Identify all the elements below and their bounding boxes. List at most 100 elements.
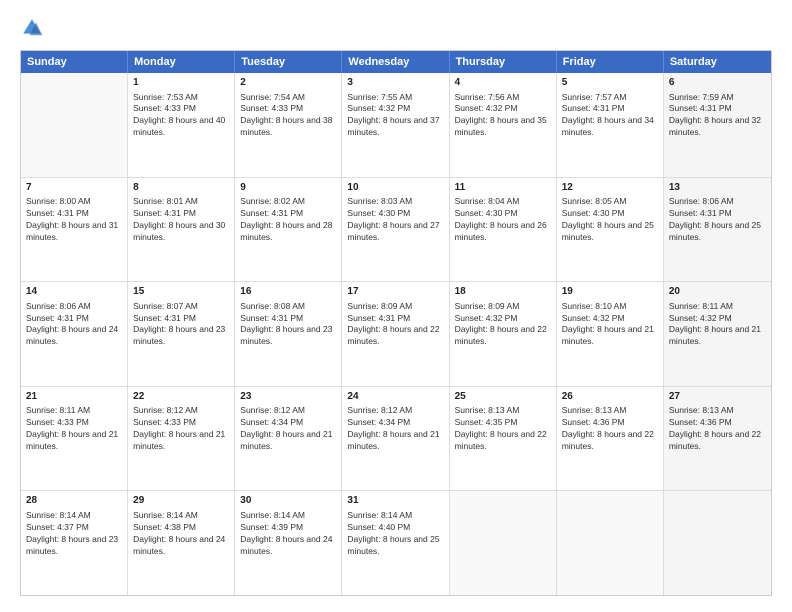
cal-cell-r2c1: 15Sunrise: 8:07 AM Sunset: 4:31 PM Dayli…: [128, 282, 235, 386]
header-tuesday: Tuesday: [235, 51, 342, 73]
day-number: 26: [562, 390, 658, 404]
day-number: 9: [240, 181, 336, 195]
cal-cell-r1c3: 10Sunrise: 8:03 AM Sunset: 4:30 PM Dayli…: [342, 178, 449, 282]
cal-cell-r3c5: 26Sunrise: 8:13 AM Sunset: 4:36 PM Dayli…: [557, 387, 664, 491]
cal-cell-r4c1: 29Sunrise: 8:14 AM Sunset: 4:38 PM Dayli…: [128, 491, 235, 595]
calendar-row-3: 21Sunrise: 8:11 AM Sunset: 4:33 PM Dayli…: [21, 387, 771, 492]
cell-text: Sunrise: 8:04 AM Sunset: 4:30 PM Dayligh…: [455, 196, 551, 244]
day-number: 5: [562, 76, 658, 90]
cal-cell-r4c3: 31Sunrise: 8:14 AM Sunset: 4:40 PM Dayli…: [342, 491, 449, 595]
cell-text: Sunrise: 8:11 AM Sunset: 4:33 PM Dayligh…: [26, 405, 122, 453]
day-number: 2: [240, 76, 336, 90]
cell-text: Sunrise: 8:14 AM Sunset: 4:37 PM Dayligh…: [26, 510, 122, 558]
cal-cell-r2c4: 18 Sunrise: 8:09 AM Sunset: 4:32 PM Dayli…: [450, 282, 557, 386]
cal-cell-r4c5: [557, 491, 664, 595]
calendar-row-4: 28 Sunrise: 8:14 AM Sunset: 4:37 PM Dayli…: [21, 491, 771, 595]
cell-text: Sunrise: 8:12 AM Sunset: 4:34 PM Dayligh…: [347, 405, 443, 453]
cal-cell-r3c6: 27Sunrise: 8:13 AM Sunset: 4:36 PM Dayli…: [664, 387, 771, 491]
cal-cell-r0c2: 2 Sunrise: 7:54 AM Sunset: 4:33 PM Daylig…: [235, 73, 342, 177]
logo-icon: [20, 16, 44, 40]
page: SundayMondayTuesdayWednesdayThursdayFrid…: [0, 0, 792, 612]
day-number: 25: [455, 390, 551, 404]
cell-text: Sunrise: 8:13 AM Sunset: 4:35 PM Dayligh…: [455, 405, 551, 453]
day-number: 22: [133, 390, 229, 404]
cell-text: Sunrise: 8:13 AM Sunset: 4:36 PM Dayligh…: [562, 405, 658, 453]
cell-text: Sunrise: 8:05 AM Sunset: 4:30 PM Dayligh…: [562, 196, 658, 244]
cal-cell-r0c5: 5 Sunrise: 7:57 AM Sunset: 4:31 PM Daylig…: [557, 73, 664, 177]
header-monday: Monday: [128, 51, 235, 73]
cal-cell-r1c1: 8Sunrise: 8:01 AM Sunset: 4:31 PM Daylig…: [128, 178, 235, 282]
day-number: 23: [240, 390, 336, 404]
header-friday: Friday: [557, 51, 664, 73]
calendar-row-1: 7Sunrise: 8:00 AM Sunset: 4:31 PM Daylig…: [21, 178, 771, 283]
cal-cell-r4c4: [450, 491, 557, 595]
cal-cell-r2c5: 19 Sunrise: 8:10 AM Sunset: 4:32 PM Dayli…: [557, 282, 664, 386]
cell-text: Sunrise: 8:12 AM Sunset: 4:34 PM Dayligh…: [240, 405, 336, 453]
day-number: 1: [133, 76, 229, 90]
day-number: 24: [347, 390, 443, 404]
day-number: 12: [562, 181, 658, 195]
cell-text: Sunrise: 8:11 AM Sunset: 4:32 PM Dayligh…: [669, 301, 766, 349]
cell-text: Sunrise: 8:06 AM Sunset: 4:31 PM Dayligh…: [669, 196, 766, 244]
calendar-header: SundayMondayTuesdayWednesdayThursdayFrid…: [21, 51, 771, 73]
cell-text: Sunrise: 8:07 AM Sunset: 4:31 PM Dayligh…: [133, 301, 229, 349]
cal-cell-r3c4: 25Sunrise: 8:13 AM Sunset: 4:35 PM Dayli…: [450, 387, 557, 491]
cell-text: Sunrise: 8:09 AM Sunset: 4:32 PM Dayligh…: [455, 301, 551, 349]
header-sunday: Sunday: [21, 51, 128, 73]
day-number: 29: [133, 494, 229, 508]
cell-text: Sunrise: 8:08 AM Sunset: 4:31 PM Dayligh…: [240, 301, 336, 349]
header: [20, 16, 772, 40]
cal-cell-r0c4: 4 Sunrise: 7:56 AM Sunset: 4:32 PM Daylig…: [450, 73, 557, 177]
cal-cell-r3c1: 22Sunrise: 8:12 AM Sunset: 4:33 PM Dayli…: [128, 387, 235, 491]
cell-text: Sunrise: 7:59 AM Sunset: 4:31 PM Dayligh…: [669, 92, 766, 140]
day-number: 3: [347, 76, 443, 90]
cal-cell-r1c5: 12Sunrise: 8:05 AM Sunset: 4:30 PM Dayli…: [557, 178, 664, 282]
cal-cell-r2c2: 16 Sunrise: 8:08 AM Sunset: 4:31 PM Dayli…: [235, 282, 342, 386]
cell-text: Sunrise: 7:57 AM Sunset: 4:31 PM Dayligh…: [562, 92, 658, 140]
day-number: 31: [347, 494, 443, 508]
calendar-row-2: 14 Sunrise: 8:06 AM Sunset: 4:31 PM Dayli…: [21, 282, 771, 387]
cal-cell-r4c0: 28 Sunrise: 8:14 AM Sunset: 4:37 PM Dayli…: [21, 491, 128, 595]
day-number: 17: [347, 285, 443, 299]
logo: [20, 16, 48, 40]
cell-text: Sunrise: 8:00 AM Sunset: 4:31 PM Dayligh…: [26, 196, 122, 244]
day-number: 16: [240, 285, 336, 299]
calendar: SundayMondayTuesdayWednesdayThursdayFrid…: [20, 50, 772, 596]
cal-cell-r2c3: 17 Sunrise: 8:09 AM Sunset: 4:31 PM Dayli…: [342, 282, 449, 386]
cal-cell-r1c6: 13Sunrise: 8:06 AM Sunset: 4:31 PM Dayli…: [664, 178, 771, 282]
cal-cell-r1c2: 9Sunrise: 8:02 AM Sunset: 4:31 PM Daylig…: [235, 178, 342, 282]
cal-cell-r0c0: [21, 73, 128, 177]
cal-cell-r0c1: 1 Sunrise: 7:53 AM Sunset: 4:33 PM Daylig…: [128, 73, 235, 177]
day-number: 8: [133, 181, 229, 195]
cell-text: Sunrise: 7:54 AM Sunset: 4:33 PM Dayligh…: [240, 92, 336, 140]
day-number: 14: [26, 285, 122, 299]
cal-cell-r1c0: 7Sunrise: 8:00 AM Sunset: 4:31 PM Daylig…: [21, 178, 128, 282]
cell-text: Sunrise: 7:55 AM Sunset: 4:32 PM Dayligh…: [347, 92, 443, 140]
day-number: 7: [26, 181, 122, 195]
header-wednesday: Wednesday: [342, 51, 449, 73]
cal-cell-r2c0: 14 Sunrise: 8:06 AM Sunset: 4:31 PM Dayli…: [21, 282, 128, 386]
cell-text: Sunrise: 7:56 AM Sunset: 4:32 PM Dayligh…: [455, 92, 551, 140]
header-thursday: Thursday: [450, 51, 557, 73]
day-number: 21: [26, 390, 122, 404]
calendar-body: 1 Sunrise: 7:53 AM Sunset: 4:33 PM Daylig…: [21, 73, 771, 595]
cal-cell-r4c6: [664, 491, 771, 595]
day-number: 13: [669, 181, 766, 195]
cell-text: Sunrise: 8:06 AM Sunset: 4:31 PM Dayligh…: [26, 301, 122, 349]
cell-text: Sunrise: 7:53 AM Sunset: 4:33 PM Dayligh…: [133, 92, 229, 140]
day-number: 28: [26, 494, 122, 508]
day-number: 4: [455, 76, 551, 90]
cell-text: Sunrise: 8:10 AM Sunset: 4:32 PM Dayligh…: [562, 301, 658, 349]
cal-cell-r2c6: 20Sunrise: 8:11 AM Sunset: 4:32 PM Dayli…: [664, 282, 771, 386]
cell-text: Sunrise: 8:09 AM Sunset: 4:31 PM Dayligh…: [347, 301, 443, 349]
cal-cell-r0c6: 6Sunrise: 7:59 AM Sunset: 4:31 PM Daylig…: [664, 73, 771, 177]
day-number: 18: [455, 285, 551, 299]
cal-cell-r0c3: 3 Sunrise: 7:55 AM Sunset: 4:32 PM Daylig…: [342, 73, 449, 177]
day-number: 11: [455, 181, 551, 195]
cell-text: Sunrise: 8:14 AM Sunset: 4:39 PM Dayligh…: [240, 510, 336, 558]
cal-cell-r3c3: 24Sunrise: 8:12 AM Sunset: 4:34 PM Dayli…: [342, 387, 449, 491]
cell-text: Sunrise: 8:02 AM Sunset: 4:31 PM Dayligh…: [240, 196, 336, 244]
day-number: 10: [347, 181, 443, 195]
cell-text: Sunrise: 8:01 AM Sunset: 4:31 PM Dayligh…: [133, 196, 229, 244]
day-number: 19: [562, 285, 658, 299]
